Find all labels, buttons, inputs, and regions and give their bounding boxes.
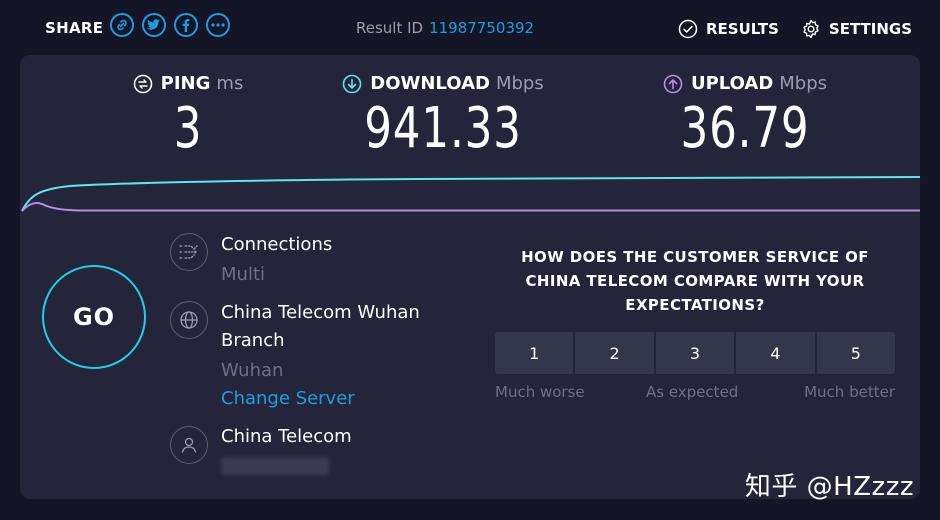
connections-icon <box>170 233 208 271</box>
upload-arrow-icon <box>663 74 683 93</box>
link-icon[interactable] <box>110 13 134 37</box>
twitter-icon[interactable] <box>142 13 166 37</box>
download-line <box>21 176 920 212</box>
result-id-label: Result ID <box>356 19 424 37</box>
rating-high-label: Much better <box>804 383 895 401</box>
server-location: Wuhan <box>221 360 284 381</box>
isp-name: China Telecom <box>221 426 352 447</box>
share-icons <box>110 13 230 37</box>
download-header: DOWNLOAD Mbps <box>338 73 548 94</box>
result-id-number[interactable]: 11987750392 <box>429 19 534 37</box>
rating-labels: Much worse As expected Much better <box>495 383 895 403</box>
upload-metric: UPLOAD Mbps 36.79 <box>645 73 845 161</box>
ping-icon <box>133 74 152 93</box>
share-label: SHARE <box>45 19 104 37</box>
rating-2-button[interactable]: 2 <box>575 332 654 374</box>
top-nav: RESULTS SETTINGS <box>678 19 912 39</box>
check-circle-icon <box>678 19 698 39</box>
upload-unit: Mbps <box>779 73 828 94</box>
rating-scale: 1 2 3 4 5 <box>495 332 896 374</box>
upload-value: 36.79 <box>680 96 810 161</box>
rating-mid-label: As expected <box>646 383 739 401</box>
rating-5-button[interactable]: 5 <box>816 332 896 374</box>
top-bar: SHARE Result ID 11987750392 RESULTS SETTI… <box>0 0 940 56</box>
ping-label: PING <box>160 73 211 94</box>
connections-text: Connections Multi <box>221 231 451 289</box>
rating-1-button[interactable]: 1 <box>495 332 574 374</box>
speed-graph <box>21 176 920 212</box>
download-unit: Mbps <box>495 73 544 94</box>
connections-value: Multi <box>221 264 265 285</box>
rating-low-label: Much worse <box>495 383 585 401</box>
results-card: PING ms 3 DOWNLOAD Mbps 941.33 UPLOAD Mb… <box>20 55 920 499</box>
ping-unit: ms <box>216 73 244 94</box>
connections-title: Connections <box>221 234 333 255</box>
gear-icon <box>803 19 819 39</box>
server-text: China Telecom Wuhan Branch Wuhan Change … <box>221 299 451 413</box>
change-server-link[interactable]: Change Server <box>221 385 451 413</box>
rating-4-button[interactable]: 4 <box>736 332 815 374</box>
upload-line <box>21 201 920 212</box>
settings-button[interactable]: SETTINGS <box>801 19 912 39</box>
rating-3-button[interactable]: 3 <box>655 332 735 374</box>
go-button[interactable]: GO <box>42 265 146 369</box>
isp-text: China Telecom <box>221 423 451 479</box>
ip-address-redacted <box>221 457 329 475</box>
user-icon <box>170 426 208 464</box>
ping-header: PING ms <box>128 73 248 94</box>
settings-label: SETTINGS <box>828 20 912 38</box>
upload-label: UPLOAD <box>690 73 774 94</box>
result-id: Result ID 11987750392 <box>356 19 534 37</box>
ping-value: 3 <box>173 96 203 161</box>
results-label: RESULTS <box>706 20 779 38</box>
results-button[interactable]: RESULTS <box>678 19 779 39</box>
watermark: 知乎 @HZzzz <box>744 472 914 502</box>
server-name: China Telecom Wuhan Branch <box>221 302 420 351</box>
download-label: DOWNLOAD <box>370 73 490 94</box>
download-metric: DOWNLOAD Mbps 941.33 <box>338 73 548 161</box>
more-icon[interactable] <box>206 13 230 37</box>
facebook-icon[interactable] <box>174 13 198 37</box>
survey-question: HOW DOES THE CUSTOMER SERVICE OF CHINA T… <box>521 248 869 314</box>
download-arrow-icon <box>342 74 362 93</box>
upload-header: UPLOAD Mbps <box>645 73 845 94</box>
download-value: 941.33 <box>364 96 522 161</box>
ping-metric: PING ms 3 <box>128 73 248 161</box>
globe-icon <box>170 301 208 339</box>
